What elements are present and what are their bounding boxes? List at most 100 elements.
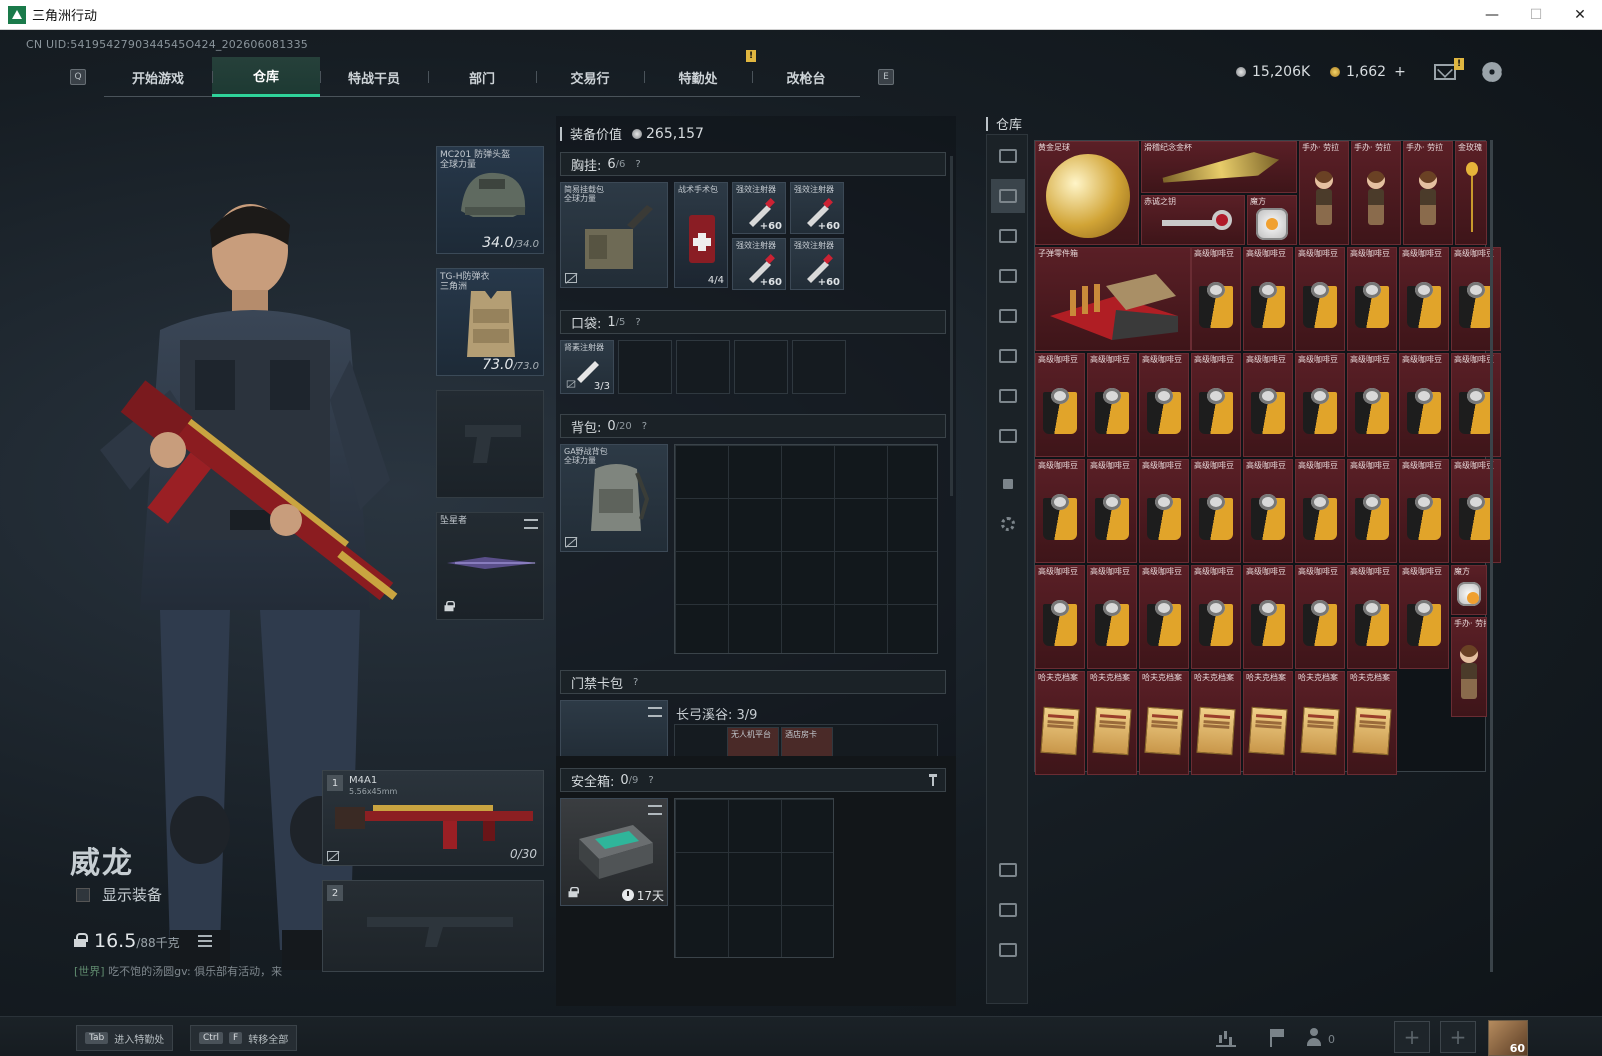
warehouse-sort-button[interactable] xyxy=(991,853,1025,887)
backpack-help-icon[interactable]: ? xyxy=(642,421,647,432)
warehouse-item[interactable]: 哈夫克档案 xyxy=(1035,671,1085,775)
warehouse-item[interactable]: 高级咖啡豆 xyxy=(1243,353,1293,457)
warehouse-item[interactable]: 高级咖啡豆 xyxy=(1295,459,1345,563)
warehouse-filter-all[interactable] xyxy=(991,139,1025,173)
warehouse-settings[interactable] xyxy=(991,507,1025,541)
warehouse-item[interactable]: 高级咖啡豆 xyxy=(1243,247,1293,351)
transfer-all-hint[interactable]: Ctrl F 转移全部 xyxy=(190,1025,298,1051)
warehouse-filter-5[interactable] xyxy=(991,339,1025,373)
warehouse-item[interactable]: 高级咖啡豆 xyxy=(1347,247,1397,351)
warehouse-item[interactable]: 高级咖啡豆 xyxy=(1295,353,1345,457)
mail-icon[interactable]: ! xyxy=(1434,58,1464,80)
enter-special-ops-hint[interactable]: Tab 进入特勤处 xyxy=(76,1025,174,1051)
show-gear-checkbox[interactable] xyxy=(76,887,90,902)
pocket-help-icon[interactable]: ? xyxy=(635,317,640,328)
medkit-item[interactable]: 战术手术包 4/4 xyxy=(674,182,728,288)
warehouse-item[interactable]: 高级咖啡豆 xyxy=(1451,247,1501,351)
melee-swap-icon[interactable] xyxy=(524,519,538,529)
world-chat-line[interactable]: [世界] 吃不饱的汤圆gv: 俱乐部有活动，来 xyxy=(74,963,282,979)
safebox-grid[interactable] xyxy=(674,798,834,958)
warehouse-item[interactable]: 高级咖啡豆 xyxy=(1399,459,1449,563)
keycard-slot[interactable]: 无人机平台 xyxy=(727,727,779,757)
safebox-swap-icon[interactable] xyxy=(648,805,662,815)
tab-operators[interactable]: 特战干员 xyxy=(320,57,428,97)
friends-icon[interactable] xyxy=(1306,1027,1326,1047)
warehouse-item[interactable]: 高级咖啡豆 xyxy=(1347,353,1397,457)
pocket-empty-slot[interactable] xyxy=(676,340,730,394)
warehouse-item[interactable]: 哈夫克档案 xyxy=(1295,671,1345,775)
safebox-item[interactable]: 17天 xyxy=(560,798,668,906)
tab-market[interactable]: 交易行 xyxy=(536,57,644,97)
tab-special-ops[interactable]: 特勤处 xyxy=(644,57,752,97)
secondary-weapon-slot[interactable]: 2 xyxy=(322,880,544,972)
warehouse-item[interactable]: 高级咖啡豆 xyxy=(1139,565,1189,669)
warehouse-locked-page[interactable] xyxy=(991,467,1025,501)
warehouse-item[interactable]: 哈夫克档案 xyxy=(1191,671,1241,775)
show-gear-toggle[interactable]: 显示装备 xyxy=(76,884,162,905)
warehouse-item[interactable]: 手办· 劳拉 xyxy=(1299,141,1349,245)
warehouse-item[interactable]: 高级咖啡豆 xyxy=(1399,353,1449,457)
warehouse-item[interactable]: 高级咖啡豆 xyxy=(1087,565,1137,669)
stats-icon[interactable] xyxy=(1216,1027,1236,1047)
injector-item[interactable]: 强效注射器 +60 xyxy=(732,238,786,290)
warehouse-transfer-button[interactable] xyxy=(991,933,1025,967)
melee-slot[interactable]: 坠星者 xyxy=(436,512,544,620)
warehouse-item[interactable]: 高级咖啡豆 xyxy=(1035,353,1085,457)
warehouse-item[interactable]: 高级咖啡豆 xyxy=(1399,247,1449,351)
warehouse-item[interactable]: 哈夫克档案 xyxy=(1139,671,1189,775)
primary-weapon-slot[interactable]: 1 M4A1 5.56x45mm 0/30 xyxy=(322,770,544,866)
warehouse-filter-6[interactable] xyxy=(991,379,1025,413)
pin-icon[interactable] xyxy=(929,774,937,786)
warehouse-item[interactable]: 高级咖啡豆 xyxy=(1295,565,1345,669)
warehouse-item[interactable]: 金玫瑰 xyxy=(1455,141,1487,245)
keycard-case-item[interactable] xyxy=(560,700,668,756)
warehouse-item[interactable]: 赤诚之钥 xyxy=(1141,195,1245,245)
add-currency-button[interactable]: + xyxy=(1394,64,1406,80)
warehouse-item[interactable]: 高级咖啡豆 xyxy=(1191,459,1241,563)
backpack-item[interactable]: GA野战背包 全球力量 xyxy=(560,444,668,552)
silver-currency[interactable]: 15,206K xyxy=(1236,64,1310,80)
warehouse-item[interactable]: 子弹零件箱 xyxy=(1035,247,1191,351)
pocket-empty-slot[interactable] xyxy=(618,340,672,394)
armor-slot[interactable]: TG-H防弹衣 三角洲 73.0/73.0 xyxy=(436,268,544,376)
warehouse-item[interactable]: 黄金足球 xyxy=(1035,141,1139,245)
warehouse-filter-1[interactable] xyxy=(991,179,1025,213)
injector-item[interactable]: 强效注射器 +60 xyxy=(790,182,844,234)
warehouse-item[interactable]: 高级咖啡豆 xyxy=(1035,565,1085,669)
warehouse-filter-7[interactable] xyxy=(991,419,1025,453)
safebox-help-icon[interactable]: ? xyxy=(648,775,653,786)
warehouse-item[interactable]: 高级咖啡豆 xyxy=(1087,459,1137,563)
tab-gunsmith[interactable]: 改枪台 xyxy=(752,57,860,97)
warehouse-item[interactable]: 高级咖啡豆 xyxy=(1191,353,1241,457)
warehouse-item[interactable]: 高级咖啡豆 xyxy=(1451,353,1501,457)
keycard-help-icon[interactable]: ? xyxy=(633,677,638,688)
warehouse-item[interactable]: 魔方 xyxy=(1451,565,1487,615)
nav-prev-key[interactable]: Q xyxy=(70,69,86,85)
warehouse-item[interactable]: 哈夫克档案 xyxy=(1347,671,1397,775)
maximize-button[interactable]: ☐ xyxy=(1514,0,1558,30)
gold-currency[interactable]: 1,662 + xyxy=(1330,64,1406,80)
warehouse-item[interactable]: 高级咖啡豆 xyxy=(1191,247,1241,351)
team-invite-slot[interactable]: + xyxy=(1394,1021,1430,1053)
backpack-grid[interactable] xyxy=(674,444,938,654)
warehouse-item[interactable]: 哈夫克档案 xyxy=(1243,671,1293,775)
warehouse-item[interactable]: 高级咖啡豆 xyxy=(1243,459,1293,563)
tab-department[interactable]: 部门 xyxy=(428,57,536,97)
flag-icon[interactable] xyxy=(1266,1027,1286,1047)
warehouse-item[interactable]: 哈夫克档案 xyxy=(1087,671,1137,775)
tab-start-game[interactable]: 开始游戏 xyxy=(104,57,212,97)
warehouse-item[interactable]: 滑稽纪念金杯 xyxy=(1141,141,1297,193)
warehouse-item[interactable]: 高级咖啡豆 xyxy=(1347,459,1397,563)
team-invite-slot[interactable]: + xyxy=(1440,1021,1476,1053)
equipment-scrollbar[interactable] xyxy=(950,156,953,496)
warehouse-item[interactable]: 手办· 劳拉 xyxy=(1403,141,1453,245)
settings-gear-icon[interactable] xyxy=(1482,62,1502,82)
pistol-slot[interactable] xyxy=(436,390,544,498)
warehouse-item[interactable]: 高级咖啡豆 xyxy=(1139,353,1189,457)
warehouse-item[interactable]: 高级咖啡豆 xyxy=(1451,459,1501,563)
warehouse-item[interactable]: 手办· 劳拉 xyxy=(1451,617,1487,717)
warehouse-item[interactable]: 高级咖啡豆 xyxy=(1191,565,1241,669)
warehouse-filter-4[interactable] xyxy=(991,299,1025,333)
warehouse-item[interactable]: 高级咖啡豆 xyxy=(1243,565,1293,669)
keycard-slot[interactable]: 酒店房卡 xyxy=(781,727,833,757)
